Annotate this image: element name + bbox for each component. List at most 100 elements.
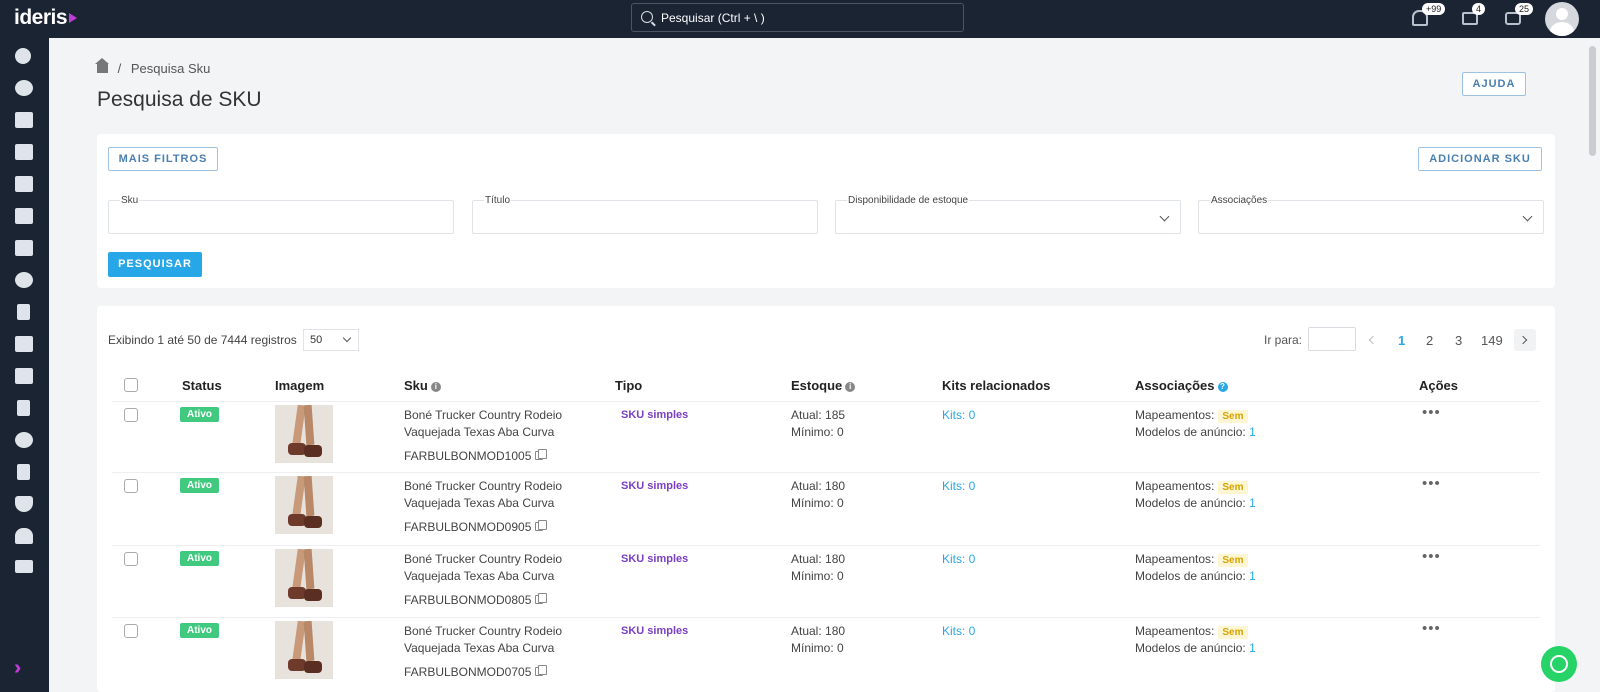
kits-link[interactable]: Kits: 0 (942, 408, 975, 422)
help-button[interactable]: AJUDA (1462, 72, 1526, 96)
header-associations[interactable]: Associações? (1135, 378, 1228, 393)
status-badge: Ativo (180, 407, 219, 422)
page-1[interactable]: 1 (1398, 333, 1405, 348)
info-icon[interactable]: i (845, 382, 856, 392)
help-icon[interactable]: ? (1217, 382, 1228, 392)
ad-models-link[interactable]: 1 (1249, 569, 1256, 583)
sku-title-line2[interactable]: Vaquejada Texas Aba Curva (404, 496, 554, 510)
header-stock[interactable]: Estoque i (791, 378, 856, 393)
invoice-icon[interactable] (17, 304, 30, 320)
stock-availability-select[interactable]: Disponibilidade de estoque (835, 195, 1181, 234)
sku-title-line1[interactable]: Boné Trucker Country Rodeio (404, 408, 562, 422)
search-button[interactable]: PESQUISAR (108, 252, 202, 277)
header-status[interactable]: Status (182, 378, 222, 393)
share-icon[interactable] (15, 48, 31, 64)
row-checkbox[interactable] (124, 408, 138, 422)
sku-code-text: FARBULBONMOD0905 (404, 520, 532, 534)
calculator-icon[interactable] (17, 464, 30, 480)
add-sku-button[interactable]: ADICIONAR SKU (1418, 147, 1542, 171)
ad-models-link[interactable]: 1 (1249, 425, 1256, 439)
sku-title-line2[interactable]: Vaquejada Texas Aba Curva (404, 569, 554, 583)
copy-icon[interactable] (535, 665, 548, 676)
copy-icon[interactable] (535, 449, 548, 460)
sku-title-line2[interactable]: Vaquejada Texas Aba Curva (404, 641, 554, 655)
chat-bubble-icon[interactable] (15, 272, 33, 288)
stock-minimum: Mínimo: 0 (791, 496, 844, 510)
more-actions-icon[interactable]: ••• (1422, 475, 1441, 492)
header-actions: Ações (1419, 378, 1459, 393)
sku-title-line2[interactable]: Vaquejada Texas Aba Curva (404, 425, 554, 439)
row-checkbox[interactable] (124, 479, 138, 493)
shield-icon[interactable] (15, 496, 33, 512)
sku-title-line1[interactable]: Boné Trucker Country Rodeio (404, 552, 562, 566)
stock-current: Atual: 180 (791, 552, 846, 566)
more-actions-icon[interactable]: ••• (1422, 404, 1441, 421)
prev-page-button[interactable] (1362, 329, 1384, 351)
warehouse-icon[interactable] (15, 144, 33, 160)
chart-icon[interactable] (15, 336, 33, 352)
page-3[interactable]: 3 (1455, 333, 1462, 348)
store-icon[interactable] (15, 112, 33, 128)
ad-models: Modelos de anúncio: 1 (1135, 425, 1256, 439)
ad-models-link[interactable]: 1 (1249, 641, 1256, 655)
product-image[interactable] (275, 405, 333, 463)
settings-icon[interactable] (15, 80, 33, 96)
header-type[interactable]: Tipo (615, 378, 642, 393)
search-zoom-icon[interactable] (15, 432, 33, 448)
kits-link[interactable]: Kits: 0 (942, 624, 975, 638)
sku-code-text: FARBULBONMOD0705 (404, 665, 532, 679)
expand-sidebar-icon[interactable]: ›› (14, 657, 23, 680)
select-all-checkbox[interactable] (124, 378, 138, 392)
sku-code: FARBULBONMOD0805 (404, 593, 548, 607)
info-icon[interactable]: i (430, 382, 441, 392)
associations-select[interactable]: Associações (1198, 195, 1544, 234)
product-image[interactable] (275, 621, 333, 679)
table-row[interactable]: Ativo Boné Trucker Country Rodeio Vaquej… (112, 472, 1540, 545)
users-icon[interactable] (15, 528, 33, 544)
cart-icon[interactable] (15, 240, 33, 256)
header-sku[interactable]: Sku i (404, 378, 441, 393)
row-checkbox[interactable] (124, 552, 138, 566)
whatsapp-icon[interactable] (1541, 646, 1577, 682)
ad-models-link[interactable]: 1 (1249, 496, 1256, 510)
page-2[interactable]: 2 (1426, 333, 1433, 348)
logo-mark-icon (69, 13, 78, 24)
user-avatar[interactable] (1545, 2, 1579, 36)
title-field[interactable]: Título (472, 195, 818, 234)
table-row[interactable]: Ativo Boné Trucker Country Rodeio Vaquej… (112, 617, 1540, 690)
money-icon[interactable] (17, 400, 30, 416)
chevron-down-icon (1522, 211, 1533, 222)
status-badge: Ativo (180, 478, 219, 493)
ticket-icon[interactable] (15, 560, 33, 573)
more-actions-icon[interactable]: ••• (1422, 620, 1441, 637)
bell-count-badge: +99 (1422, 3, 1446, 15)
copy-icon[interactable] (535, 520, 548, 531)
row-checkbox[interactable] (124, 624, 138, 638)
sku-field[interactable]: Sku (108, 195, 454, 234)
scrollbar[interactable] (1589, 46, 1596, 156)
product-image[interactable] (275, 549, 333, 607)
megaphone-icon[interactable] (15, 208, 33, 224)
more-filters-button[interactable]: MAIS FILTROS (108, 147, 218, 171)
table-row[interactable]: Ativo Boné Trucker Country Rodeio Vaquej… (112, 545, 1540, 618)
archive-icon[interactable] (15, 176, 33, 192)
page-149[interactable]: 149 (1481, 333, 1503, 348)
logo[interactable]: ideris (14, 6, 78, 30)
stock-minimum: Mínimo: 0 (791, 425, 844, 439)
next-page-button[interactable] (1514, 329, 1536, 351)
kits-link[interactable]: Kits: 0 (942, 552, 975, 566)
chevron-down-icon (342, 333, 352, 343)
table-row[interactable]: Ativo Boné Trucker Country Rodeio Vaquej… (112, 401, 1540, 474)
sku-title-line1[interactable]: Boné Trucker Country Rodeio (404, 624, 562, 638)
truck-icon[interactable] (15, 368, 33, 384)
home-icon[interactable] (95, 58, 109, 73)
page-size-select[interactable]: 50 (303, 329, 359, 351)
header-kits[interactable]: Kits relacionados (942, 378, 1050, 393)
product-image[interactable] (275, 476, 333, 534)
sku-title-line1[interactable]: Boné Trucker Country Rodeio (404, 479, 562, 493)
copy-icon[interactable] (535, 593, 548, 604)
kits-link[interactable]: Kits: 0 (942, 479, 975, 493)
goto-page-input[interactable] (1308, 327, 1356, 351)
more-actions-icon[interactable]: ••• (1422, 548, 1441, 565)
global-search-input[interactable]: Pesquisar (Ctrl + \ ) (631, 3, 964, 32)
